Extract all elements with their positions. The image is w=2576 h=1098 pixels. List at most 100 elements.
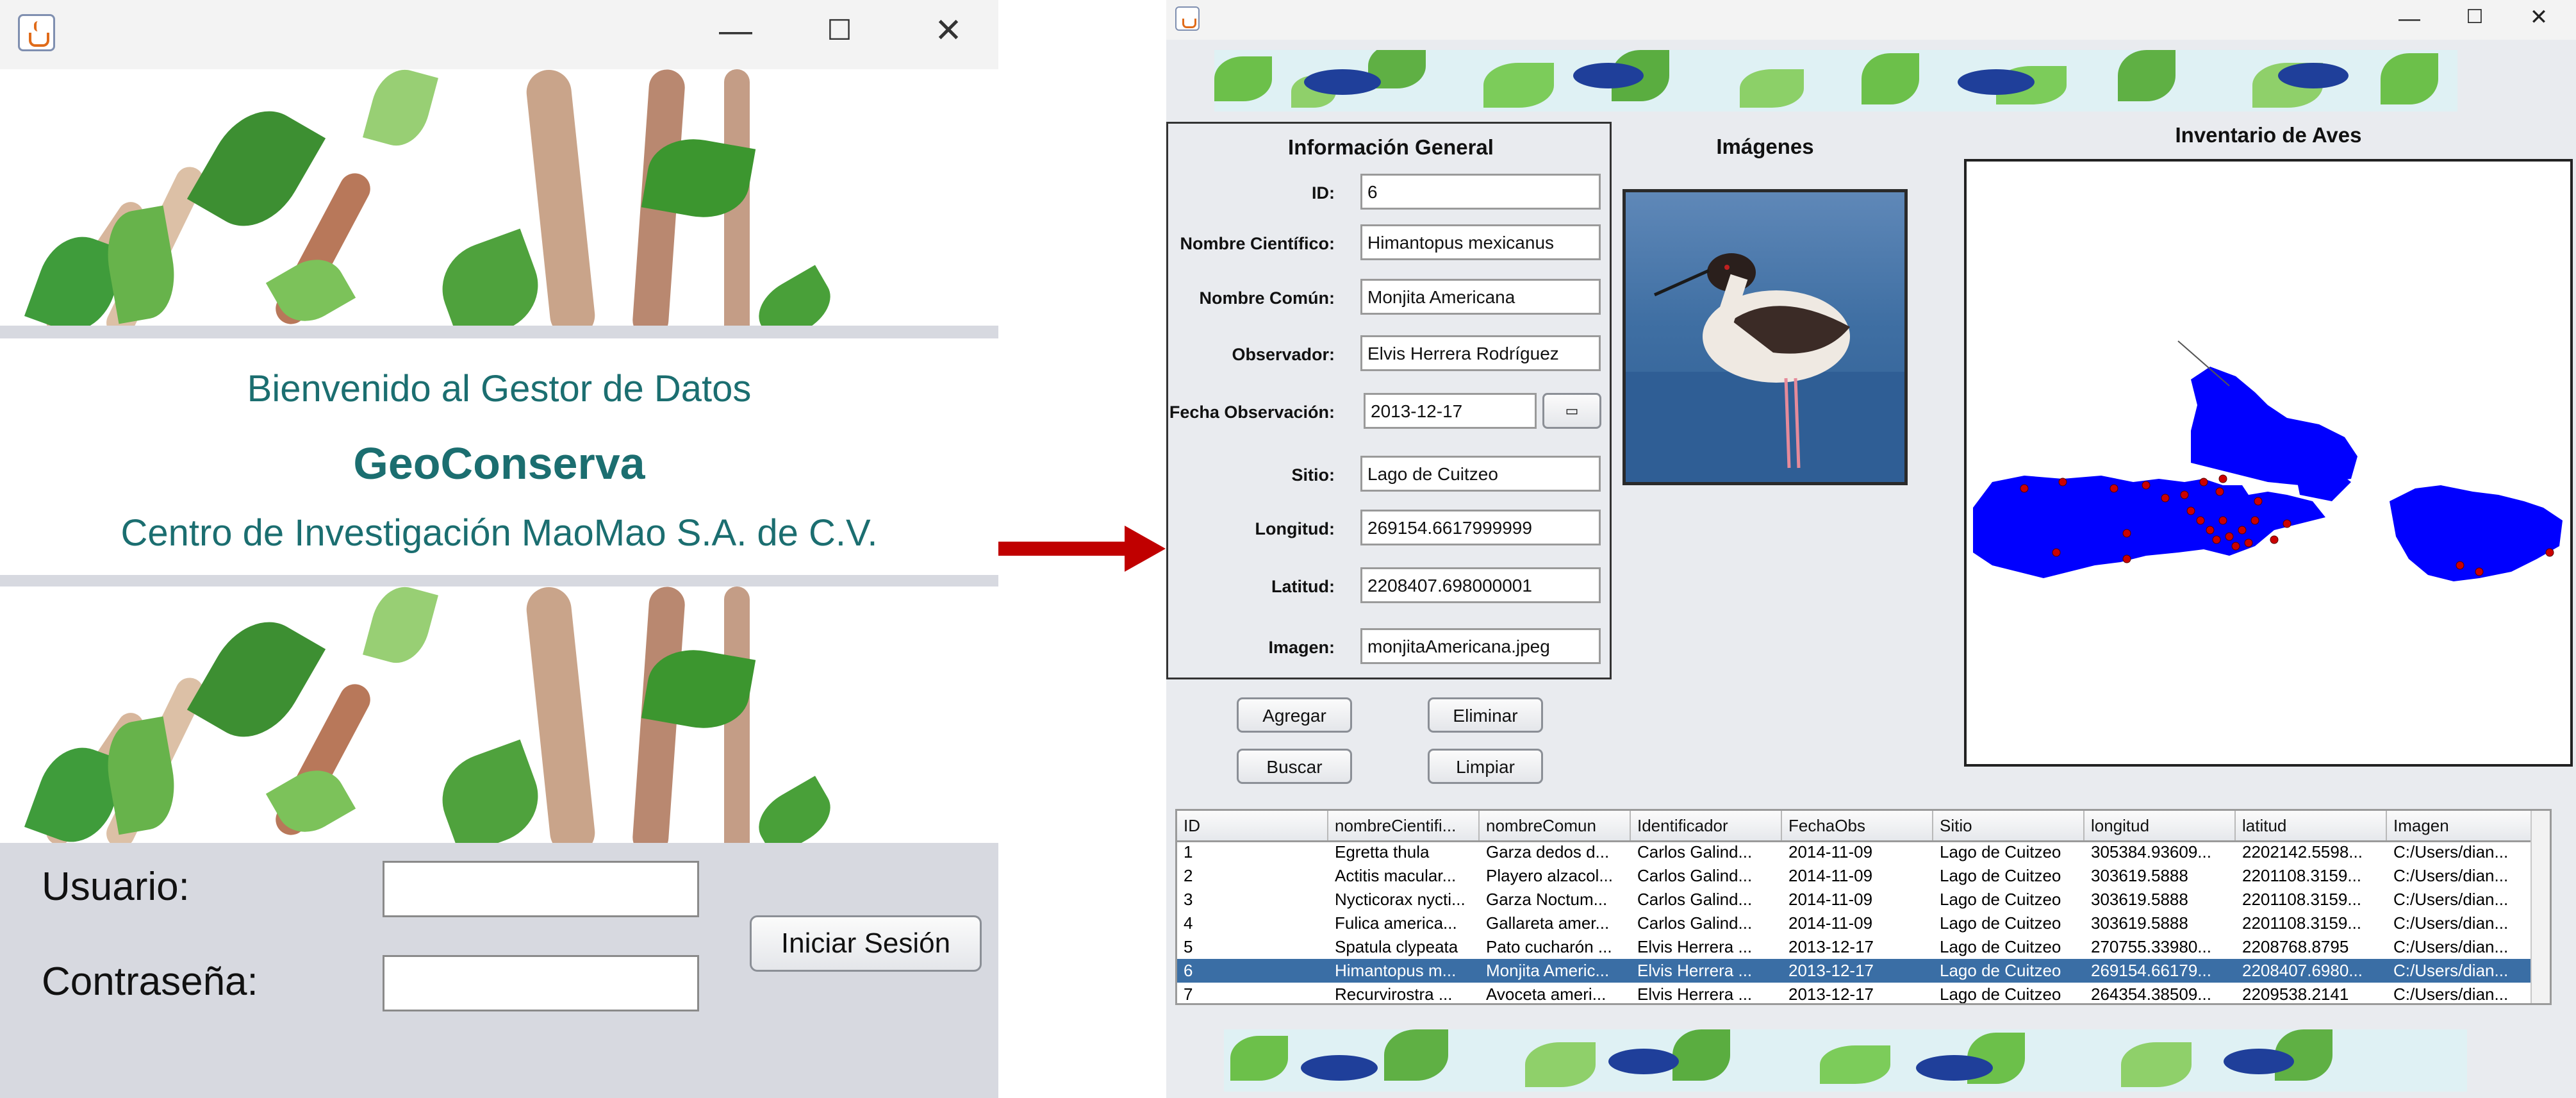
table-cell: Carlos Galind...	[1637, 890, 1753, 909]
longitude-field[interactable]: 269154.6617999999	[1360, 510, 1601, 545]
site-label: Sitio:	[1291, 465, 1335, 485]
id-label: ID:	[1312, 183, 1335, 203]
table-row[interactable]: 2 Actitis macular... Playero alzacol... Car…	[1177, 864, 2536, 888]
user-input[interactable]	[383, 861, 699, 917]
table-cell: C:/Users/dian...	[2393, 937, 2509, 956]
table-cell: 264354.38509...	[2091, 985, 2211, 1004]
observations-table[interactable]: ID nombreCientifi... nombreComun Identif…	[1175, 809, 2552, 1005]
minimize-icon[interactable]: —	[710, 14, 761, 47]
arrow-right-icon	[998, 542, 1130, 556]
password-label: Contraseña:	[42, 960, 258, 1004]
maximize-icon[interactable]: ☐	[2456, 8, 2494, 27]
table-cell: 2014-11-09	[1788, 842, 1873, 861]
maximize-icon[interactable]: ☐	[814, 17, 865, 45]
bird-banner-top	[1214, 50, 2457, 112]
login-button[interactable]: Iniciar Sesión	[750, 915, 982, 972]
header-identifier[interactable]: Identificador	[1631, 811, 1782, 840]
table-cell: 4	[1184, 913, 1193, 933]
table-cell: 2201108.3159...	[2242, 866, 2362, 885]
table-cell: 6	[1184, 961, 1193, 980]
app-name: GeoConserva	[353, 438, 645, 488]
table-cell: Pato cucharón ...	[1486, 937, 1612, 956]
search-button[interactable]: Buscar	[1237, 749, 1352, 784]
table-cell: 5	[1184, 937, 1193, 956]
id-field[interactable]: 6	[1360, 174, 1601, 210]
bird-photo	[1622, 189, 1908, 485]
header-scientific-name[interactable]: nombreCientifi...	[1328, 811, 1480, 840]
table-row[interactable]: 4 Fulica america... Gallareta amer... Carlo…	[1177, 911, 2536, 935]
table-cell: C:/Users/dian...	[2393, 961, 2509, 980]
table-cell: 2	[1184, 866, 1193, 885]
close-icon[interactable]: ✕	[2520, 6, 2558, 28]
table-cell: 2014-11-09	[1788, 866, 1873, 885]
table-cell: Lago de Cuitzeo	[1940, 866, 2061, 885]
map-title: Inventario de Aves	[2175, 123, 2362, 147]
site-field[interactable]: Lago de Cuitzeo	[1360, 456, 1601, 492]
login-titlebar: — ☐ ✕	[0, 0, 998, 69]
table-row[interactable]: 7 Recurvirostra ... Avoceta ameri... Elvis …	[1177, 983, 2536, 1004]
password-input[interactable]	[383, 955, 699, 1011]
stilt-bird-image	[1626, 253, 1904, 482]
table-cell: Garza dedos d...	[1486, 842, 1610, 861]
table-cell: Recurvirostra ...	[1335, 985, 1453, 1004]
bird-inventory-map	[1964, 159, 2573, 767]
table-cell: Carlos Galind...	[1637, 913, 1753, 933]
common-name-field[interactable]: Monjita Americana	[1360, 279, 1601, 315]
delete-button[interactable]: Eliminar	[1428, 697, 1543, 733]
table-cell: C:/Users/dian...	[2393, 842, 2509, 861]
header-longitude[interactable]: longitud	[2085, 811, 2236, 840]
latitude-field[interactable]: 2208407.698000001	[1360, 567, 1601, 603]
java-app-icon	[1175, 6, 1200, 31]
table-cell: Lago de Cuitzeo	[1940, 890, 2061, 909]
table-cell: Lago de Cuitzeo	[1940, 913, 2061, 933]
table-scrollbar[interactable]	[2531, 811, 2550, 1003]
table-cell: 2201108.3159...	[2242, 890, 2362, 909]
table-cell: 270755.33980...	[2091, 937, 2211, 956]
header-latitude[interactable]: latitud	[2236, 811, 2387, 840]
bird-banner-bottom	[1224, 1029, 2467, 1092]
image-field[interactable]: monjitaAmericana.jpeg	[1360, 628, 1601, 664]
table-row[interactable]: 3 Nycticorax nycti... Garza Noctum... Carlo…	[1177, 888, 2536, 911]
table-cell: Gallareta amer...	[1486, 913, 1610, 933]
leaf-banner-top	[0, 69, 998, 326]
header-common-name[interactable]: nombreComun	[1480, 811, 1631, 840]
table-cell: Spatula clypeata	[1335, 937, 1458, 956]
table-cell: Himantopus m...	[1335, 961, 1457, 980]
table-cell: 2208407.6980...	[2242, 961, 2363, 980]
observer-field[interactable]: Elvis Herrera Rodríguez	[1360, 335, 1601, 371]
organization-name: Centro de Investigación MaoMao S.A. de C…	[120, 512, 878, 554]
table-cell: 303619.5888	[2091, 913, 2188, 933]
image-label: Imagen:	[1268, 638, 1335, 657]
scientific-name-field[interactable]: Himantopus mexicanus	[1360, 224, 1601, 260]
observer-label: Observador:	[1232, 345, 1335, 364]
java-app-icon	[18, 14, 55, 51]
clear-button[interactable]: Limpiar	[1428, 749, 1543, 784]
header-id[interactable]: ID	[1177, 811, 1328, 840]
header-date[interactable]: FechaObs	[1782, 811, 1933, 840]
observation-date-field[interactable]: 2013-12-17	[1364, 393, 1537, 429]
login-window: — ☐ ✕ Bienvenido al Gestor de Datos GeoC…	[0, 0, 998, 1098]
table-cell: 2201108.3159...	[2242, 913, 2362, 933]
table-cell: Lago de Cuitzeo	[1940, 985, 2061, 1004]
images-title: Imágenes	[1716, 135, 1814, 158]
calendar-icon[interactable]: ▭	[1542, 393, 1601, 429]
main-window: — ☐ ✕ Información General ID: 6 Nombre C…	[1166, 0, 2576, 1098]
welcome-text: Bienvenido al Gestor de Datos	[247, 368, 752, 410]
table-row[interactable]: 6 Himantopus m... Monjita Americ... Elvis H…	[1177, 959, 2536, 983]
header-image[interactable]: Imagen	[2387, 811, 2536, 840]
common-name-label: Nombre Común:	[1199, 288, 1335, 308]
table-cell: 7	[1184, 985, 1193, 1004]
table-row[interactable]: 1 Egretta thula Garza dedos d... Carlos Gal…	[1177, 840, 2536, 864]
table-row[interactable]: 5 Spatula clypeata Pato cucharón ... Elvis …	[1177, 935, 2536, 959]
welcome-band: Bienvenido al Gestor de Datos GeoConserv…	[0, 327, 998, 586]
table-cell: 2013-12-17	[1788, 961, 1874, 980]
table-cell: Nycticorax nycti...	[1335, 890, 1466, 909]
close-icon[interactable]: ✕	[923, 14, 974, 47]
minimize-icon[interactable]: —	[2390, 8, 2429, 29]
header-site[interactable]: Sitio	[1933, 811, 2085, 840]
table-cell: Playero alzacol...	[1486, 866, 1613, 885]
add-button[interactable]: Agregar	[1237, 697, 1352, 733]
table-cell: 303619.5888	[2091, 866, 2188, 885]
table-cell: 2014-11-09	[1788, 890, 1873, 909]
table-cell: C:/Users/dian...	[2393, 890, 2509, 909]
